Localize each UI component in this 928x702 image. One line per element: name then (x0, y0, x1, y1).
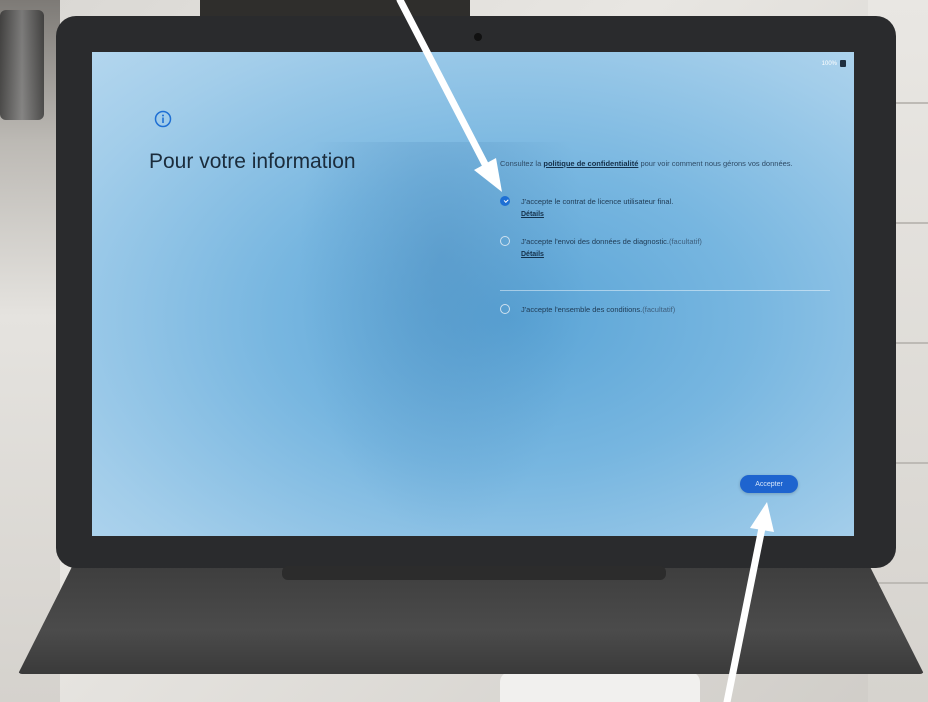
faucet (0, 10, 44, 120)
accept-all-checkbox[interactable] (500, 304, 510, 314)
option-accept-all[interactable]: J'accepte l'ensemble des conditions. (fa… (500, 304, 676, 315)
privacy-suffix: pour voir comment nous gérons vos donnée… (638, 159, 793, 168)
option-label: J'accepte l'ensemble des conditions. (521, 305, 643, 314)
battery-icon (840, 60, 846, 67)
battery-text: 100% (821, 60, 837, 67)
option-label: J'accepte le contrat de licence utilisat… (521, 197, 674, 206)
front-camera (474, 33, 482, 41)
tablet-cover-stand (18, 566, 924, 674)
privacy-notice: Consultez la politique de confidentialit… (500, 158, 830, 169)
eula-details-link[interactable]: Détails (521, 211, 544, 218)
option-label: J'accepte l'envoi des données de diagnos… (521, 237, 669, 246)
privacy-policy-link[interactable]: politique de confidentialité (543, 159, 638, 168)
option-diagnostics[interactable]: J'accepte l'envoi des données de diagnos… (500, 236, 702, 247)
status-bar: 100% (822, 60, 846, 67)
divider (500, 290, 830, 291)
accept-button[interactable]: Accepter (740, 475, 798, 493)
tablet-screen: 100% Pour votre information Consultez la… (92, 52, 854, 536)
privacy-prefix: Consultez la (500, 159, 544, 168)
option-hint: (facultatif) (642, 305, 676, 314)
page-title: Pour votre information (149, 150, 356, 173)
option-hint: (facultatif) (668, 237, 702, 246)
diagnostics-details-link[interactable]: Détails (521, 251, 544, 258)
info-circle-icon (154, 110, 172, 128)
sink-edge (500, 672, 700, 702)
diagnostics-checkbox[interactable] (500, 236, 510, 246)
option-eula[interactable]: J'accepte le contrat de licence utilisat… (500, 196, 674, 207)
cover-hinge (282, 566, 666, 580)
photo-background: 100% Pour votre information Consultez la… (0, 0, 928, 702)
eula-checkbox[interactable] (500, 196, 510, 206)
consent-panel: Consultez la politique de confidentialit… (500, 158, 830, 314)
